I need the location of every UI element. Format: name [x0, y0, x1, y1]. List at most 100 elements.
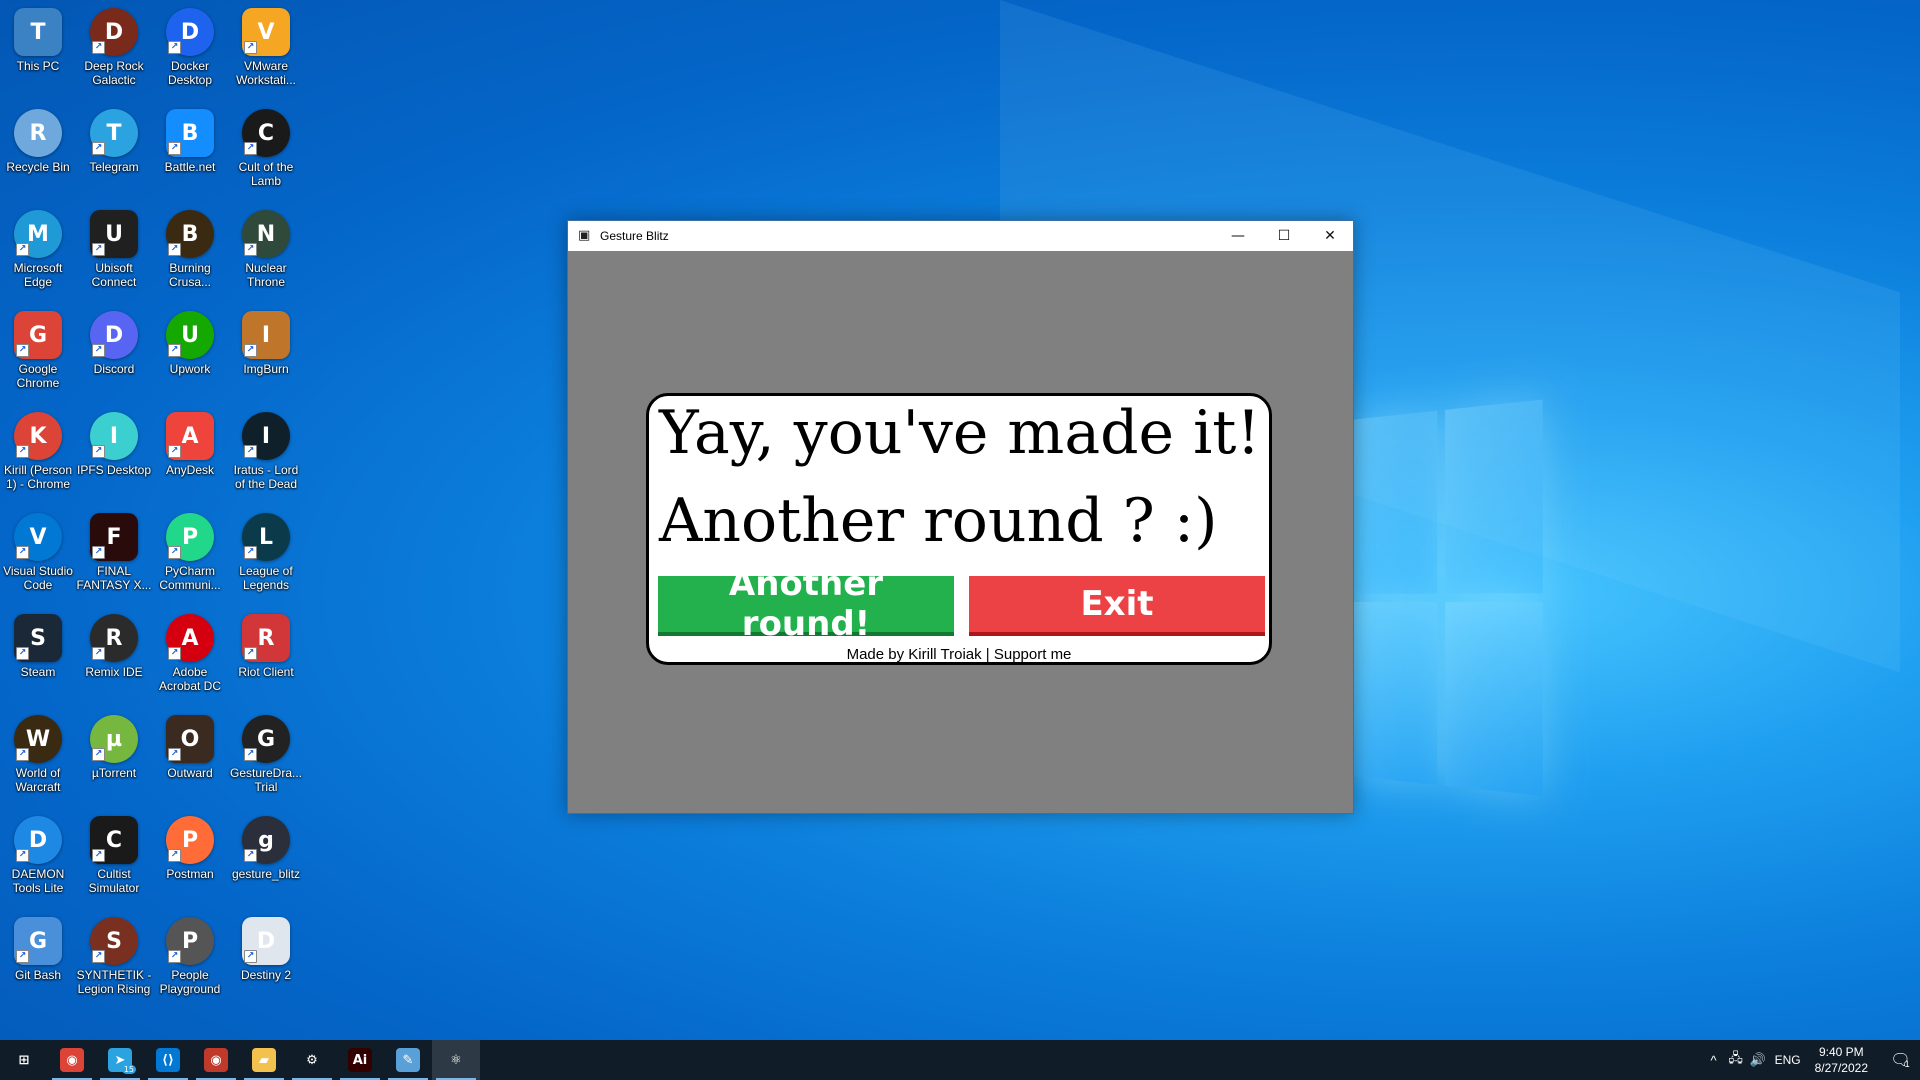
wow-icon: W ↗ [14, 715, 62, 763]
taskbar-button[interactable]: ⚛ [432, 1040, 480, 1080]
taskbar-button[interactable]: ▰ [240, 1040, 288, 1080]
shortcut-arrow-icon: ↗ [16, 950, 29, 963]
window-title: Gesture Blitz [600, 229, 669, 243]
language-indicator[interactable]: ENG [1775, 1053, 1801, 1067]
desktop-icon[interactable]: S ↗ SYNTHETIK - Legion Rising [76, 911, 152, 996]
maximize-button[interactable]: ☐ [1261, 221, 1307, 251]
battlenet-icon: B ↗ [166, 109, 214, 157]
acrobat-icon: A ↗ [166, 614, 214, 662]
desktop-icon[interactable]: D ↗ Discord [76, 305, 152, 376]
desktop-icon[interactable]: U ↗ Ubisoft Connect [76, 204, 152, 289]
shortcut-arrow-icon: ↗ [168, 748, 181, 761]
taskbar-items: ⊞ ◉ ➤ 15 ⟨⟩ ◉ ▰ ⚙ Ai ✎ ⚛ [0, 1040, 480, 1080]
desktop-icon[interactable]: G ↗ Google Chrome [0, 305, 76, 390]
shortcut-arrow-icon: ↗ [16, 243, 29, 256]
clock-time: 9:40 PM [1818, 1045, 1864, 1059]
tray-chevron-icon[interactable]: ^ [1703, 1053, 1725, 1068]
electron-icon: g ↗ [242, 816, 290, 864]
system-tray: ^ 🖧 🔊 ENG 9:40 PM 8/27/2022 🗨 1 [1703, 1040, 1920, 1080]
chrome-taskbar-icon: ◉ [60, 1048, 84, 1072]
close-icon: ✕ [1324, 228, 1336, 244]
network-icon[interactable]: 🖧 [1725, 1049, 1747, 1071]
desktop-icon[interactable]: S ↗ Steam [0, 608, 76, 679]
git-icon: G ↗ [14, 917, 62, 965]
whale-icon: D ↗ [166, 8, 214, 56]
taskbar-button[interactable]: ◉ [48, 1040, 96, 1080]
support-me-link[interactable]: Support me [994, 646, 1072, 663]
desktop-icon[interactable]: I ↗ ImgBurn [228, 305, 304, 376]
desktop-icon[interactable]: P ↗ PyCharm Communi... [152, 507, 228, 592]
desktop-icon[interactable]: V ↗ Visual Studio Code [0, 507, 76, 592]
clock-date: 8/27/2022 [1814, 1061, 1868, 1075]
shortcut-arrow-icon: ↗ [92, 546, 105, 559]
desktop-icon[interactable]: F ↗ FINAL FANTASY X... [76, 507, 152, 592]
desktop-icon[interactable]: U ↗ Upwork [152, 305, 228, 376]
desktop-icon[interactable]: I ↗ IPFS Desktop [76, 406, 152, 477]
shortcut-arrow-icon: ↗ [16, 647, 29, 660]
desktop-icon[interactable]: V ↗ VMware Workstati... [228, 2, 304, 87]
taskbar-button[interactable]: ⟨⟩ [144, 1040, 192, 1080]
desktop-icon-label: DAEMON Tools Lite [11, 867, 65, 895]
desktop-icon[interactable]: C ↗ Cult of the Lamb [228, 103, 304, 188]
minimize-button[interactable]: — [1215, 221, 1261, 251]
taskbar-button[interactable]: ➤ 15 [96, 1040, 144, 1080]
window-titlebar[interactable]: ▣ Gesture Blitz — ☐ ✕ [568, 221, 1353, 251]
clock[interactable]: 9:40 PM 8/27/2022 [1815, 1044, 1868, 1076]
taskbar-button[interactable]: ⚙ [288, 1040, 336, 1080]
desktop-icon[interactable]: D ↗ Docker Desktop [152, 2, 228, 87]
shortcut-arrow-icon: ↗ [244, 445, 257, 458]
nuclear-throne-icon: N ↗ [242, 210, 290, 258]
taskbar-button[interactable]: ✎ [384, 1040, 432, 1080]
shortcut-arrow-icon: ↗ [16, 445, 29, 458]
desktop-icon[interactable]: T This PC [0, 2, 76, 73]
desktop-icon[interactable]: D ↗ DAEMON Tools Lite [0, 810, 76, 895]
desktop-icon[interactable]: W ↗ World of Warcraft [0, 709, 76, 794]
desktop-icon[interactable]: R ↗ Remix IDE [76, 608, 152, 679]
desktop-icon-label: AnyDesk [165, 463, 215, 477]
desktop-icon-label: Recycle Bin [6, 160, 70, 174]
notification-center-button[interactable]: 🗨 1 [1880, 1040, 1920, 1080]
desktop-icon[interactable]: A ↗ AnyDesk [152, 406, 228, 477]
desktop-icon-label: Git Bash [14, 968, 62, 982]
desktop-icon[interactable]: M ↗ Microsoft Edge [0, 204, 76, 289]
desktop-icon[interactable]: I ↗ Iratus - Lord of the Dead [228, 406, 304, 491]
exit-button[interactable]: Exit [969, 576, 1265, 636]
desktop-icon-label: Battle.net [164, 160, 216, 174]
desktop-icon-label: Nuclear Throne [245, 261, 287, 289]
volume-icon[interactable]: 🔊 [1747, 1052, 1769, 1068]
desktop-icon[interactable]: T ↗ Telegram [76, 103, 152, 174]
desktop-icon[interactable]: A ↗ Adobe Acrobat DC [152, 608, 228, 693]
desktop-icon[interactable]: P ↗ People Playground [152, 911, 228, 996]
lol-icon: L ↗ [242, 513, 290, 561]
warcraft-icon: B ↗ [166, 210, 214, 258]
desktop-icon-label: Discord [93, 362, 135, 376]
desktop-icon[interactable]: N ↗ Nuclear Throne [228, 204, 304, 289]
taskbar-button[interactable]: Ai [336, 1040, 384, 1080]
taskbar-button[interactable]: ◉ [192, 1040, 240, 1080]
desktop-icon[interactable]: C ↗ Cultist Simulator [76, 810, 152, 895]
taskbar-button[interactable]: ⊞ [0, 1040, 48, 1080]
desktop-icon[interactable]: R ↗ Riot Client [228, 608, 304, 679]
desktop-icon[interactable]: g ↗ gesture_blitz [228, 810, 304, 881]
desktop-icon[interactable]: G ↗ Git Bash [0, 911, 76, 982]
desktop-icon[interactable]: D ↗ Destiny 2 [228, 911, 304, 982]
desktop-icon[interactable]: R Recycle Bin [0, 103, 76, 174]
utorrent-icon: µ ↗ [90, 715, 138, 763]
shortcut-arrow-icon: ↗ [92, 41, 105, 54]
discord-icon: D ↗ [90, 311, 138, 359]
completion-card: Yay, you've made it! Another round ? :) … [646, 393, 1272, 665]
close-button[interactable]: ✕ [1307, 221, 1353, 251]
desktop-icon[interactable]: µ ↗ µTorrent [76, 709, 152, 780]
desktop-icon[interactable]: B ↗ Battle.net [152, 103, 228, 174]
desktop-icon[interactable]: B ↗ Burning Crusa... [152, 204, 228, 289]
desktop-icon[interactable]: K ↗ Kirill (Person 1) - Chrome [0, 406, 76, 491]
desktop-icon[interactable]: D ↗ Deep Rock Galactic [76, 2, 152, 87]
remix-icon: R ↗ [90, 614, 138, 662]
desktop-icon[interactable]: L ↗ League of Legends [228, 507, 304, 592]
desktop-icon[interactable]: P ↗ Postman [152, 810, 228, 881]
gesture-blitz-window: ▣ Gesture Blitz — ☐ ✕ Yay, you've made i… [567, 220, 1354, 814]
shortcut-arrow-icon: ↗ [92, 950, 105, 963]
another-round-button[interactable]: Another round! [658, 564, 954, 644]
desktop-icon[interactable]: O ↗ Outward [152, 709, 228, 780]
desktop-icon[interactable]: G ↗ GestureDra... Trial [228, 709, 304, 794]
